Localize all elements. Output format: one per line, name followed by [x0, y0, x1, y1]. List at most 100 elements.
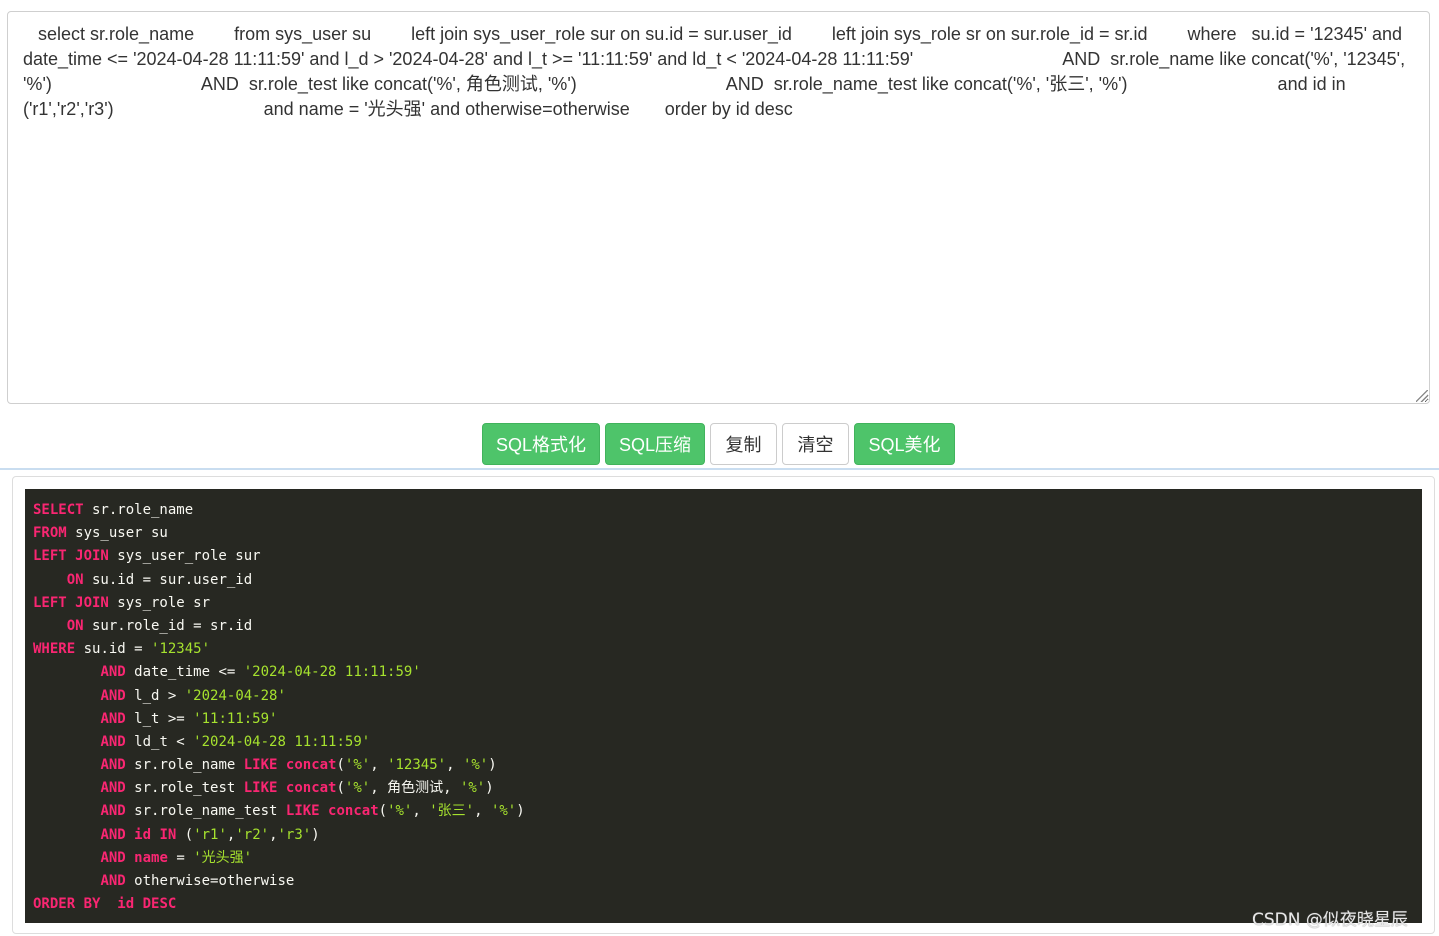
sql-text: , — [269, 826, 278, 843]
sql-string: '12345' — [151, 641, 211, 658]
sql-input-textarea[interactable] — [7, 11, 1430, 404]
sql-text: sys_user_role sur — [108, 548, 261, 565]
sql-text: ) — [311, 826, 320, 843]
code-line: AND id IN ('r1','r2','r3') — [33, 824, 1414, 847]
sql-compress-button[interactable]: SQL压缩 — [605, 423, 705, 465]
code-line: AND name = '光头强' — [33, 847, 1414, 870]
sql-keyword: AND — [100, 757, 126, 774]
code-line: AND ld_t < '2024-04-28 11:11:59' — [33, 731, 1414, 754]
sql-keyword: LEFT JOIN — [33, 594, 109, 611]
sql-keyword: ORDER BY — [33, 896, 101, 913]
sql-keyword: AND — [100, 803, 126, 820]
sql-text: , 角色测试, — [370, 780, 460, 797]
sql-string: '12345' — [387, 757, 447, 774]
sql-text: ) — [485, 780, 494, 797]
sql-keyword: LIKE — [285, 803, 320, 820]
sql-text: ) — [488, 757, 497, 774]
sql-keyword: SELECT — [33, 502, 84, 518]
sql-keyword: WHERE — [33, 641, 76, 658]
code-line: AND l_d > '2024-04-28' — [33, 685, 1414, 708]
sql-text: sys_role sr — [108, 594, 211, 611]
sql-string: '%' — [387, 803, 413, 820]
sql-text: ( — [378, 803, 388, 820]
sql-string: 'r2' — [235, 826, 270, 843]
formatted-sql-output: SELECT sr.role_name FROM sys_user su LEFT … — [25, 489, 1422, 923]
sql-text: sr.role_test — [125, 780, 244, 797]
sql-keyword: AND — [100, 687, 126, 704]
sql-string: '11:11:59' — [193, 710, 278, 727]
sql-text: , — [370, 757, 388, 774]
sql-keyword: concat — [285, 780, 337, 797]
sql-text: sr.role_name — [83, 502, 194, 518]
sql-text: ) — [516, 803, 525, 820]
sql-keyword: AND — [100, 780, 126, 797]
sql-keyword: LIKE — [243, 757, 278, 774]
sql-keyword: ON — [66, 571, 84, 588]
sql-string: '光头强' — [193, 849, 253, 866]
code-line: FROM sys_user su — [33, 522, 1414, 545]
sql-text: , — [474, 803, 491, 820]
sql-text: l_d > — [125, 687, 185, 704]
sql-text: su.id = — [75, 641, 152, 658]
copy-button[interactable]: 复制 — [710, 423, 777, 465]
sql-text: l_t >= — [125, 710, 194, 727]
code-line: LEFT JOIN sys_user_role sur — [33, 545, 1414, 568]
sql-text: , — [446, 757, 463, 774]
code-line: AND date_time <= '2024-04-28 11:11:59' — [33, 661, 1414, 684]
sql-text: ( — [336, 757, 345, 774]
clear-button[interactable]: 清空 — [782, 423, 849, 465]
sql-string: '2024-04-28 11:11:59' — [243, 664, 421, 681]
sql-text: ( — [176, 826, 194, 843]
sql-text: sys_user su — [66, 525, 168, 542]
sql-keyword: AND — [100, 710, 126, 727]
sql-text: , — [412, 803, 430, 820]
sql-keyword: LEFT JOIN — [33, 548, 109, 565]
sql-keyword: name — [134, 849, 168, 866]
sql-text: sur.role_id = sr.id — [83, 617, 253, 634]
sql-text: su.id = sur.user_id — [83, 571, 253, 588]
sql-keyword: LIKE — [243, 780, 278, 797]
sql-text: date_time <= — [125, 664, 244, 681]
sql-text: ( — [336, 780, 345, 797]
sql-text: ld_t < — [125, 733, 194, 750]
sql-input-panel: SQL格式化 SQL压缩 复制 清空 SQL美化 — [0, 0, 1439, 470]
code-line: SELECT sr.role_name — [33, 499, 1414, 522]
sql-keyword: AND — [100, 873, 126, 889]
code-line: AND l_t >= '11:11:59' — [33, 708, 1414, 731]
code-line: AND sr.role_name_test LIKE concat('%', '… — [33, 800, 1414, 823]
sql-string: '%' — [459, 780, 486, 797]
code-line: ON sur.role_id = sr.id — [33, 615, 1414, 638]
sql-beautify-button[interactable]: SQL美化 — [854, 423, 955, 465]
code-line: LEFT JOIN sys_role sr — [33, 592, 1414, 615]
resize-grip-icon[interactable] — [1416, 390, 1428, 402]
sql-keyword: AND — [100, 664, 126, 681]
code-line: AND sr.role_test LIKE concat('%', 角色测试, … — [33, 777, 1414, 800]
sql-text: sr.role_name — [125, 757, 244, 774]
code-line: ON su.id = sur.user_id — [33, 569, 1414, 592]
code-line: AND sr.role_name LIKE concat('%', '12345… — [33, 754, 1414, 777]
sql-keyword: AND — [100, 826, 126, 843]
sql-keyword: concat — [285, 757, 337, 774]
sql-string: 'r1' — [193, 826, 227, 843]
code-line: AND otherwise=otherwise — [33, 870, 1414, 893]
sql-format-button[interactable]: SQL格式化 — [482, 423, 600, 465]
sql-keyword: IN — [159, 826, 177, 843]
sql-text: sr.role_name_test — [125, 803, 286, 820]
sql-string: '%' — [490, 803, 517, 820]
